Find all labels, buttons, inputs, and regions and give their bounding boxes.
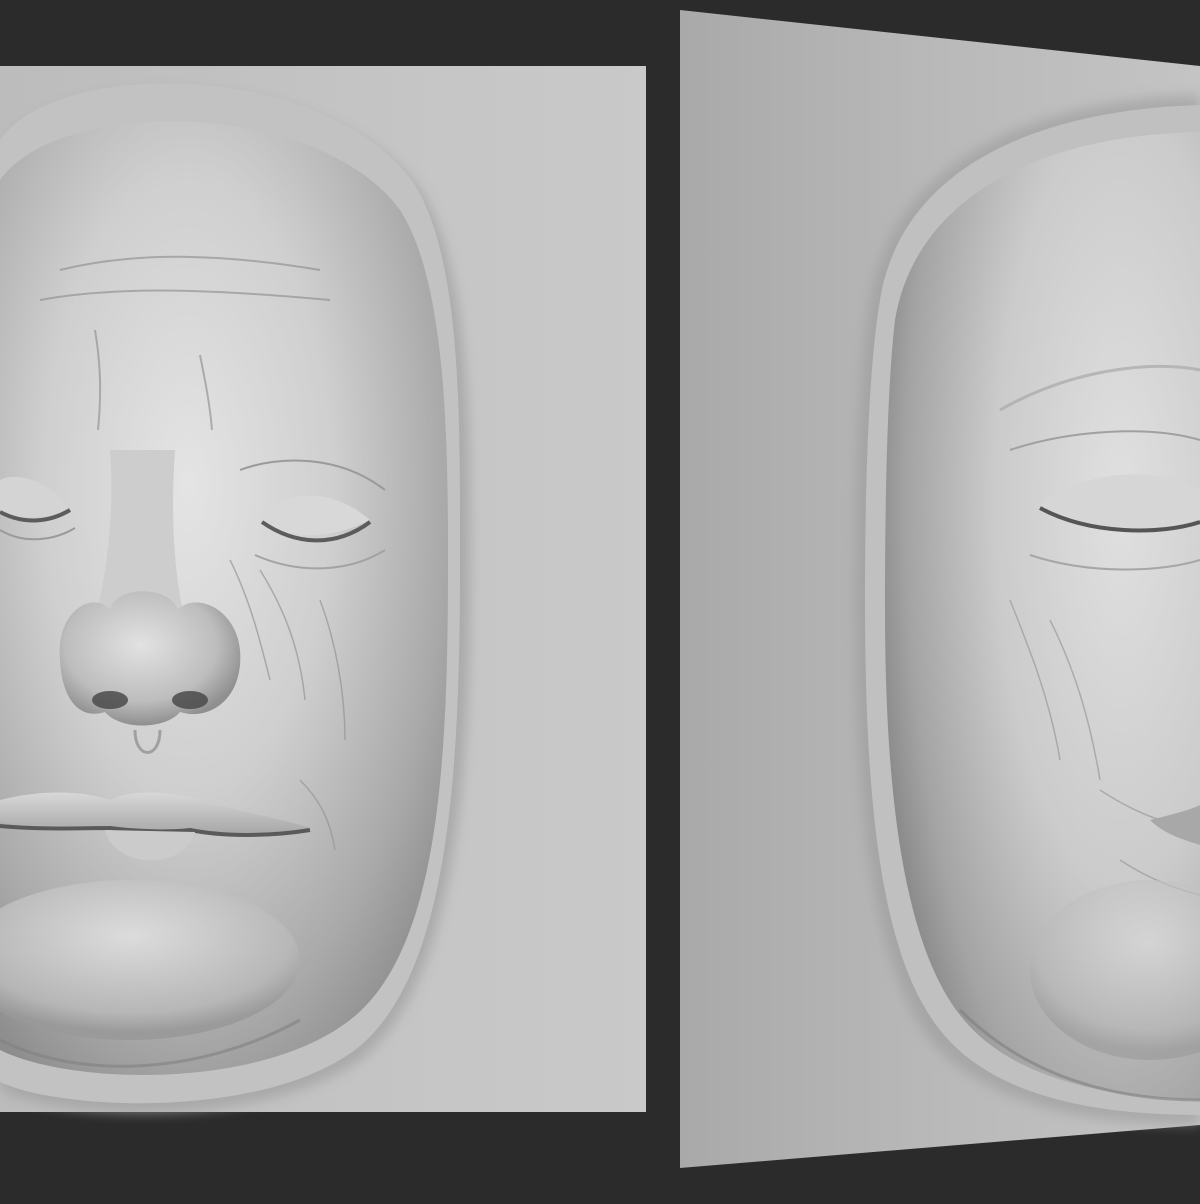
front-nostril-right [172, 691, 208, 709]
front-view-panel [0, 66, 646, 1113]
sculpt-render-canvas [0, 0, 1200, 1200]
front-nostril-left [92, 691, 128, 709]
render-svg [0, 10, 1200, 1168]
three-quarter-view-panel [680, 10, 1200, 1168]
front-nose [59, 591, 241, 726]
